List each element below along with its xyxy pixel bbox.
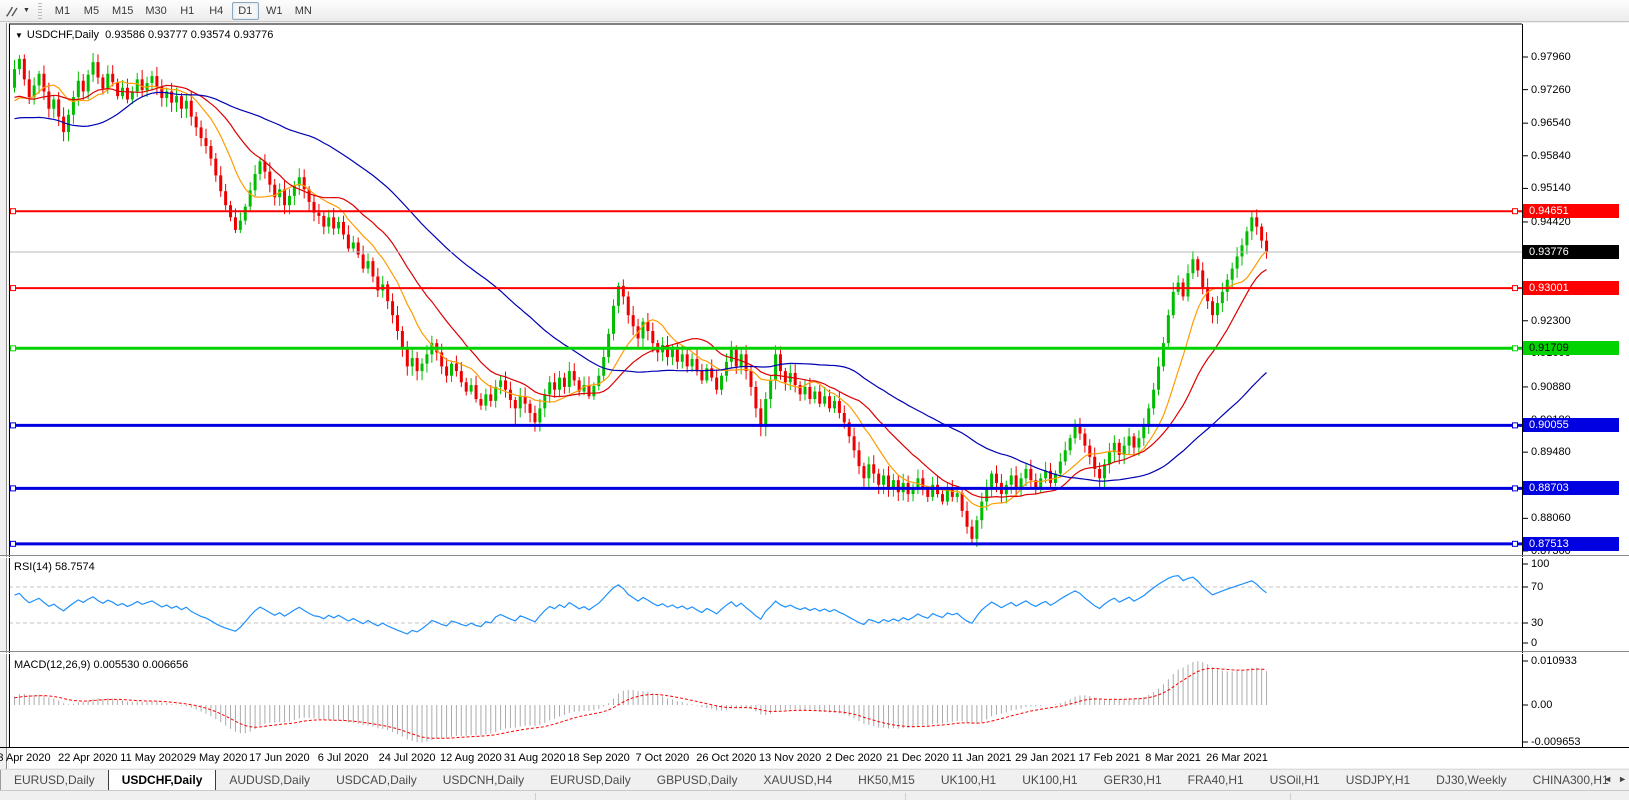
chart-ohlc-quote: 0.93586 0.93777 0.93574 0.93776	[105, 29, 273, 41]
rsi-axis-label: 70	[1531, 581, 1543, 593]
date-label: 6 Jul 2020	[318, 752, 369, 764]
date-label: 7 Oct 2020	[635, 752, 689, 764]
status-pane-divider	[535, 793, 536, 800]
rsi-axis-label: 100	[1531, 558, 1549, 570]
levels-layer	[9, 209, 1522, 547]
price-line-handle[interactable]	[1513, 286, 1518, 291]
chart-title: ▼ USDCHF,Daily 0.93586 0.93777 0.93574 0.…	[15, 29, 273, 41]
price-line-handle[interactable]	[11, 209, 16, 214]
date-label: 18 Sep 2020	[567, 752, 629, 764]
tab-usdjpy-h1[interactable]: USDJPY,H1	[1333, 771, 1423, 790]
status-pane-divider	[1290, 793, 1291, 800]
tab-uk100-h1[interactable]: UK100,H1	[1009, 771, 1090, 790]
rsi-layer	[9, 576, 1522, 634]
chart-dropdown-icon[interactable]: ▼	[15, 31, 23, 40]
macd-layer	[15, 661, 1267, 742]
price-axis-label: 0.97260	[1531, 84, 1571, 96]
trading-terminal: { "toolbar": { "timeframes": ["M1","M5",…	[0, 0, 1629, 800]
date-label: 11 May 2020	[120, 752, 183, 764]
candles-layer	[13, 53, 1268, 547]
date-label: 8 Mar 2021	[1145, 752, 1201, 764]
date-label: 12 Aug 2020	[440, 752, 502, 764]
tab-usoil-h1[interactable]: USOil,H1	[1257, 771, 1333, 790]
tab-eurusd-daily[interactable]: EURUSD,Daily	[1, 771, 108, 790]
tab-hk50-m15[interactable]: HK50,M15	[845, 771, 928, 790]
price-line-handle[interactable]	[1513, 423, 1518, 428]
macd-indicator-label: MACD(12,26,9) 0.005530 0.006656	[14, 659, 188, 671]
tab-fra40-h1[interactable]: FRA40,H1	[1175, 771, 1257, 790]
tab-dj30-weekly[interactable]: DJ30,Weekly	[1423, 771, 1519, 790]
current-price-badge: 0.93776	[1523, 245, 1619, 259]
tab-usdchf-daily[interactable]: USDCHF,Daily	[108, 769, 217, 790]
date-label: 26 Mar 2021	[1206, 752, 1268, 764]
macd-axis-label: 0.010933	[1531, 655, 1577, 667]
price-axis-label: 0.90880	[1531, 381, 1571, 393]
date-label: 17 Jun 2020	[249, 752, 310, 764]
price-chart-plot[interactable]	[0, 0, 1629, 800]
date-label: 24 Jul 2020	[379, 752, 436, 764]
price-axis-label: 0.96540	[1531, 117, 1571, 129]
date-label: 3 Apr 2020	[0, 752, 51, 764]
level-price-badge: 0.91709	[1523, 341, 1619, 355]
level-price-badge: 0.90055	[1523, 418, 1619, 432]
tab-usdcnh-daily[interactable]: USDCNH,Daily	[430, 771, 537, 790]
tab-ger30-h1[interactable]: GER30,H1	[1091, 771, 1175, 790]
tab-scroll-left-icon[interactable]: ◄	[1603, 774, 1612, 784]
date-label: 31 Aug 2020	[504, 752, 566, 764]
tab-scroll-right-icon[interactable]: ►	[1618, 774, 1627, 784]
date-label: 29 Jan 2021	[1015, 752, 1076, 764]
date-label: 11 Jan 2021	[952, 752, 1012, 764]
date-label: 22 Apr 2020	[58, 752, 117, 764]
price-line-handle[interactable]	[1513, 486, 1518, 491]
sma50-line	[15, 92, 1267, 481]
price-line-handle[interactable]	[11, 346, 16, 351]
price-line-handle[interactable]	[1513, 209, 1518, 214]
sma10-line	[15, 82, 1267, 508]
tab-xauusd-h4[interactable]: XAUUSD,H4	[750, 771, 845, 790]
price-line-handle[interactable]	[11, 423, 16, 428]
price-axis-label: 0.95840	[1531, 150, 1571, 162]
level-price-badge: 0.93001	[1523, 281, 1619, 295]
date-label: 29 May 2020	[184, 752, 248, 764]
macd-axis-label: 0.00	[1531, 699, 1552, 711]
price-line-handle[interactable]	[1513, 346, 1518, 351]
date-label: 21 Dec 2020	[887, 752, 949, 764]
level-price-badge: 0.94651	[1523, 204, 1619, 218]
price-axis-label: 0.89480	[1531, 446, 1571, 458]
level-price-badge: 0.88703	[1523, 481, 1619, 495]
tab-usdcad-daily[interactable]: USDCAD,Daily	[323, 771, 430, 790]
rsi-indicator-label: RSI(14) 58.7574	[14, 561, 95, 573]
level-price-badge: 0.87513	[1523, 537, 1619, 551]
date-label: 13 Nov 2020	[759, 752, 821, 764]
status-pane-divider	[905, 793, 906, 800]
tab-eurusd-daily[interactable]: EURUSD,Daily	[537, 771, 644, 790]
macd-axis-label: -0.009653	[1531, 736, 1581, 748]
chart-symbol-label: USDCHF,Daily	[27, 29, 99, 41]
tab-scroll-arrows: ◄ ►	[1603, 774, 1627, 784]
price-line-handle[interactable]	[11, 541, 16, 546]
price-axis-label: 0.92300	[1531, 315, 1571, 327]
status-bar	[0, 790, 1629, 800]
date-label: 2 Dec 2020	[826, 752, 882, 764]
date-label: 17 Feb 2021	[1078, 752, 1140, 764]
price-axis-label: 0.88060	[1531, 512, 1571, 524]
price-line-handle[interactable]	[11, 486, 16, 491]
rsi-axis-label: 30	[1531, 617, 1543, 629]
tab-uk100-h1[interactable]: UK100,H1	[928, 771, 1009, 790]
symbol-tab-bar: EURUSD,DailyUSDCHF,DailyAUDUSD,DailyUSDC…	[0, 769, 1629, 790]
sma20-line	[15, 85, 1267, 497]
tab-audusd-daily[interactable]: AUDUSD,Daily	[216, 771, 323, 790]
macd-signal-line	[15, 668, 1267, 738]
tab-gbpusd-daily[interactable]: GBPUSD,Daily	[644, 771, 751, 790]
price-axis-label: 0.95140	[1531, 182, 1571, 194]
date-label: 26 Oct 2020	[696, 752, 756, 764]
price-line-handle[interactable]	[1513, 541, 1518, 546]
rsi-axis-label: 0	[1531, 637, 1537, 649]
rsi-line	[15, 576, 1267, 634]
price-axis-label: 0.97960	[1531, 51, 1571, 63]
price-line-handle[interactable]	[11, 286, 16, 291]
